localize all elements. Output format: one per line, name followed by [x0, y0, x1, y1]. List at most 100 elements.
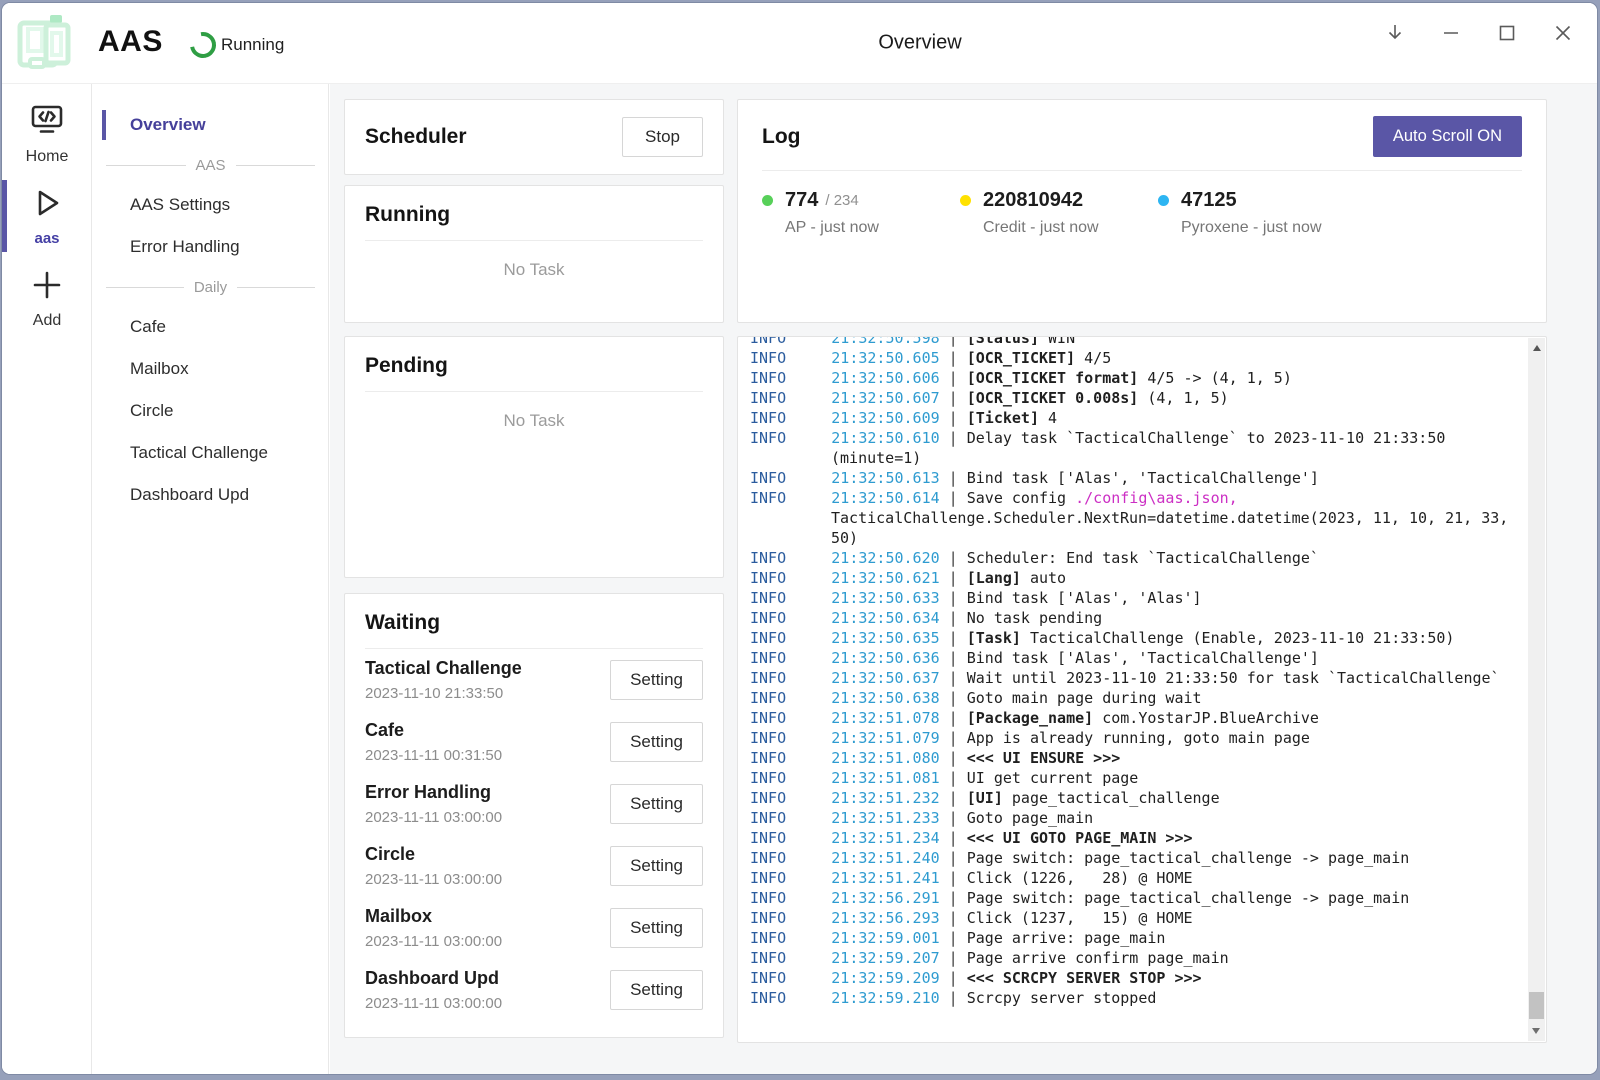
log-separator: | [940, 609, 967, 627]
scroll-down-icon[interactable] [1532, 1028, 1540, 1034]
log-message-segment: App is already running, goto main page [967, 729, 1310, 747]
log-separator: | [940, 569, 967, 587]
waiting-task-name: Dashboard Upd [365, 968, 502, 989]
stat-label: Credit - just now [983, 219, 1158, 237]
divider [365, 240, 703, 241]
log-message-segment: Click (1226, 28) @ HOME [967, 869, 1193, 887]
log-timestamp: 21:32:50.610 [831, 429, 939, 447]
log-scrollbar[interactable] [1528, 338, 1545, 1041]
log-message-segment: UI get current page [967, 769, 1139, 787]
log-message-segment: 4 [1039, 409, 1057, 427]
waiting-task-row: Tactical Challenge2023-11-10 21:33:50Set… [365, 649, 703, 711]
setting-button-error-handling[interactable]: Setting [610, 784, 703, 824]
setting-button-dashboard-upd[interactable]: Setting [610, 970, 703, 1010]
log-level: INFO [750, 989, 831, 1007]
waiting-task-next-run: 2023-11-11 00:31:50 [365, 747, 502, 764]
setting-button-mailbox[interactable]: Setting [610, 908, 703, 948]
log-timestamp: 21:32:51.078 [831, 709, 939, 727]
log-line: INFO 21:32:51.078 | [Package_name] com.Y… [750, 708, 1512, 728]
rail-item-aas[interactable]: aas [2, 178, 92, 254]
sidebar-item-dashboard-upd[interactable]: Dashboard Upd [93, 474, 328, 516]
log-timestamp: 21:32:51.240 [831, 849, 939, 867]
log-message-segment: com.YostarJP.BlueArchive [1093, 709, 1319, 727]
sidebar-item-overview[interactable]: Overview [93, 104, 328, 146]
tasks-column: Scheduler Stop Running No Task Pending N… [344, 99, 724, 1038]
sidebar-item-error-handling[interactable]: Error Handling [93, 226, 328, 268]
log-line: INFO 21:32:51.080 | <<< UI ENSURE >>> [750, 748, 1512, 768]
log-timestamp: 21:32:51.081 [831, 769, 939, 787]
log-level: INFO [750, 609, 831, 627]
log-timestamp: 21:32:50.633 [831, 589, 939, 607]
sidebar-item-mailbox[interactable]: Mailbox [93, 348, 328, 390]
log-message-segment: [OCR_TICKET 0.008s] [967, 389, 1139, 407]
stat-label: Pyroxene - just now [1181, 219, 1356, 237]
sidebar-item-cafe[interactable]: Cafe [93, 306, 328, 348]
log-separator: | [940, 649, 967, 667]
setting-button-tactical-challenge[interactable]: Setting [610, 660, 703, 700]
app-logo-icon [12, 11, 78, 73]
setting-button-circle[interactable]: Setting [610, 846, 703, 886]
log-separator: | [940, 789, 967, 807]
log-line: INFO 21:32:59.210 | Scrcpy server stoppe… [750, 988, 1512, 1008]
maximize-button[interactable] [1491, 16, 1523, 50]
plus-icon [29, 267, 65, 308]
waiting-task-info: Dashboard Upd2023-11-11 03:00:00 [365, 968, 502, 1012]
waiting-task-next-run: 2023-11-11 03:00:00 [365, 809, 502, 826]
log-separator: | [940, 989, 967, 1007]
log-timestamp: 21:32:51.080 [831, 749, 939, 767]
log-timestamp: 21:32:50.636 [831, 649, 939, 667]
log-message-segment: [Status] [967, 336, 1039, 347]
log-level: INFO [750, 649, 831, 667]
log-message-segment: Page arrive: page_main [967, 929, 1166, 947]
sidebar-item-aas-settings[interactable]: AAS Settings [93, 184, 328, 226]
scroll-up-icon[interactable] [1533, 345, 1541, 351]
log-line: INFO 21:32:50.614 | Save config ./config… [750, 488, 1512, 548]
log-level: INFO [750, 789, 831, 807]
log-line: INFO 21:32:59.001 | Page arrive: page_ma… [750, 928, 1512, 948]
log-viewer[interactable]: INFO 21:32:50.598 | [Status] WININFO 21:… [737, 336, 1547, 1043]
log-separator: | [940, 349, 967, 367]
log-separator: | [940, 469, 967, 487]
waiting-task-name: Mailbox [365, 906, 502, 927]
setting-button-cafe[interactable]: Setting [610, 722, 703, 762]
rail-item-add[interactable]: Add [2, 260, 92, 336]
minimize-button[interactable] [1435, 16, 1467, 50]
rail-item-home[interactable]: Home [2, 96, 92, 172]
log-separator: | [940, 589, 967, 607]
stat-value-row: 220810942 [960, 189, 1158, 212]
sidebar-section-aas: AAS [93, 146, 328, 184]
log-timestamp: 21:32:51.234 [831, 829, 939, 847]
log-separator: | [940, 829, 967, 847]
log-separator: | [940, 749, 967, 767]
log-timestamp: 21:32:50.620 [831, 549, 939, 567]
log-separator: | [940, 869, 967, 887]
stat-value: 220810942 [983, 189, 1083, 212]
waiting-title: Waiting [365, 611, 703, 635]
log-level: INFO [750, 409, 831, 427]
close-button[interactable] [1547, 16, 1579, 50]
running-spinner-icon [185, 27, 221, 63]
stat-value: 774 [785, 189, 818, 212]
stop-button[interactable]: Stop [622, 117, 703, 157]
log-message-segment: ./config\aas.json, [1075, 489, 1238, 507]
log-message-segment: WIN [1039, 336, 1075, 347]
auto-scroll-toggle[interactable]: Auto Scroll ON [1373, 116, 1522, 157]
stat-ap: 774/ 234AP - just now [762, 189, 960, 237]
update-download-button[interactable] [1379, 16, 1411, 50]
log-timestamp: 21:32:59.001 [831, 929, 939, 947]
scrollbar-thumb[interactable] [1529, 992, 1544, 1019]
log-timestamp: 21:32:51.233 [831, 809, 939, 827]
log-timestamp: 21:32:59.209 [831, 969, 939, 987]
log-level: INFO [750, 469, 831, 487]
stat-dot-icon [762, 195, 773, 206]
log-timestamp: 21:32:50.621 [831, 569, 939, 587]
log-level: INFO [750, 749, 831, 767]
log-line: INFO 21:32:50.609 | [Ticket] 4 [750, 408, 1512, 428]
log-line: INFO 21:32:56.293 | Click (1237, 15) @ H… [750, 908, 1512, 928]
log-message-segment: [Lang] [967, 569, 1021, 587]
stat-value-row: 774/ 234 [762, 189, 960, 212]
sidebar-item-circle[interactable]: Circle [93, 390, 328, 432]
waiting-task-name: Error Handling [365, 782, 502, 803]
sidebar-item-tactical-challenge[interactable]: Tactical Challenge [93, 432, 328, 474]
log-timestamp: 21:32:50.607 [831, 389, 939, 407]
